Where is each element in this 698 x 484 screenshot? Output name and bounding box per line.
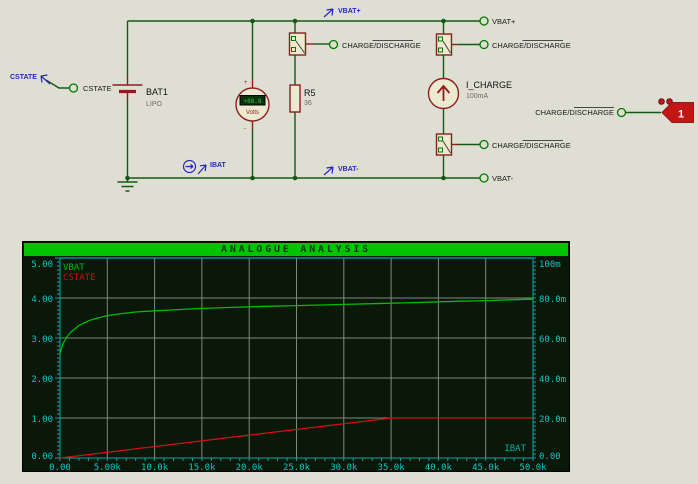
terminal-charge-discharge-top[interactable]	[479, 39, 489, 50]
terminal-charge-discharge-bottom[interactable]	[479, 139, 489, 150]
graph-title-bar[interactable]: ANALOGUE ANALYSIS	[24, 243, 568, 256]
left-axis-label: 3.00	[31, 335, 53, 345]
terminal-cstate[interactable]	[68, 83, 79, 93]
right-axis-label: 40.0m	[539, 375, 566, 385]
switch-charge-top-right[interactable]: CHARGE/DISCHARGE	[435, 21, 571, 56]
terminal-vbat-plus[interactable]: VBAT+	[479, 16, 516, 26]
wire-label-vbat-minus: VBAT-	[323, 166, 359, 176]
left-axis-label: 4.00	[31, 295, 53, 305]
current-source-value: 100mA	[466, 93, 489, 100]
switch-charge-mid[interactable]: CHARGE/DISCHARGE	[288, 21, 421, 56]
x-axis-label: 50.0k	[519, 463, 547, 473]
switch-charge-bottom-right[interactable]: CHARGE/DISCHARGE	[435, 133, 571, 156]
battery-bat1[interactable]: BAT1 LIPO	[112, 21, 168, 178]
charge-discharge-label-mid: CHARGE/DISCHARGE	[342, 41, 421, 50]
vbat-plus-terminal-label: VBAT+	[492, 17, 516, 26]
current-source-icharge[interactable]: I_CHARGE 100mA	[427, 55, 513, 178]
x-axis-label: 15.0k	[188, 463, 216, 473]
right-axis-label: 0.00	[539, 452, 561, 462]
charge-discharge-label-top: CHARGE/DISCHARGE	[492, 41, 571, 50]
svg-text:VBAT+: VBAT+	[338, 8, 361, 15]
voltmeter-plus: +	[244, 80, 248, 86]
legend-cstate: CSTATE	[63, 273, 96, 283]
schematic-canvas[interactable]: BAT1 LIPO CSTATE CSTATE + - +88.8 Volts …	[0, 0, 698, 240]
svg-text:VBAT-: VBAT-	[338, 166, 359, 173]
terminal-vbat-minus[interactable]: VBAT-	[479, 173, 514, 183]
proteus-workspace: { "schematic": { "labels": { "cstate_wir…	[0, 0, 698, 484]
legend-ibat: IBAT	[504, 444, 526, 454]
ibat-wire-label: IBAT	[210, 162, 227, 169]
cstate-terminal[interactable]: CSTATE CSTATE	[10, 74, 111, 93]
left-axis-label: 5.00	[31, 260, 53, 270]
x-axis-label: 40.0k	[425, 463, 453, 473]
current-probe-ibat[interactable]: IBAT	[182, 159, 227, 175]
wire-label-vbat-plus: VBAT+	[323, 8, 361, 18]
charge-discharge-label-bottom: CHARGE/DISCHARGE	[492, 141, 571, 150]
x-axis-label: 25.0k	[283, 463, 311, 473]
x-axis-label: 35.0k	[378, 463, 406, 473]
analogue-analysis-window[interactable]: 0.00 1.00 2.00 3.00 4.00 5.00 0.00 20.0m 40.0m 60…	[22, 241, 571, 473]
battery-value: LIPO	[146, 101, 163, 108]
right-axis-label: 100m	[539, 260, 561, 270]
analysis-plot[interactable]: 0.00 1.00 2.00 3.00 4.00 5.00 0.00 20.0m 40.0m 60…	[23, 242, 571, 473]
vbat-minus-terminal-label: VBAT-	[492, 174, 514, 183]
right-axis-label: 60.0m	[539, 335, 566, 345]
x-axis-label: 10.0k	[141, 463, 169, 473]
cstate-terminal-label: CSTATE	[83, 84, 111, 93]
charge-discharge-label-probe: CHARGE/DISCHARGE	[535, 108, 614, 117]
wire-label-arrow-ibat	[197, 164, 207, 175]
terminal-charge-discharge-probe[interactable]	[616, 107, 627, 118]
resistor-value: 36	[304, 100, 312, 107]
logic-state-probe[interactable]: CHARGE/DISCHARGE 1	[535, 98, 694, 123]
probe-dot	[658, 98, 665, 105]
resistor-body[interactable]	[289, 84, 301, 113]
current-source-ref: I_CHARGE	[466, 80, 512, 90]
terminal-charge-discharge-mid[interactable]	[328, 39, 339, 50]
voltmeter-reading: +88.8	[243, 98, 261, 105]
probe-arrow	[185, 164, 194, 169]
voltmeter[interactable]: + - +88.8 Volts	[235, 21, 270, 178]
right-axis-label: 20.0m	[539, 415, 566, 425]
left-axis-label: 1.00	[31, 415, 53, 425]
wire-label-arrow-cstate	[40, 74, 51, 85]
x-axis-label: 5.00k	[94, 463, 122, 473]
resistor-r5[interactable]: R5 36	[289, 55, 316, 178]
resistor-ref: R5	[304, 88, 316, 98]
graph-title: ANALOGUE ANALYSIS	[221, 244, 371, 255]
x-axis-label: 0.00	[49, 463, 71, 473]
battery-ref: BAT1	[146, 87, 168, 97]
left-axis-label: 2.00	[31, 375, 53, 385]
right-axis-label: 80.0m	[539, 295, 566, 305]
voltmeter-minus: -	[244, 126, 246, 132]
x-axis-label: 30.0k	[330, 463, 358, 473]
x-axis-label: 20.0k	[236, 463, 264, 473]
logic-state-value: 1	[678, 109, 684, 121]
left-axis-label: 0.00	[31, 452, 53, 462]
voltmeter-unit: Volts	[246, 110, 259, 116]
cstate-wire-label: CSTATE	[10, 74, 37, 81]
legend-vbat: VBAT	[63, 263, 85, 273]
x-axis-label: 45.0k	[472, 463, 500, 473]
